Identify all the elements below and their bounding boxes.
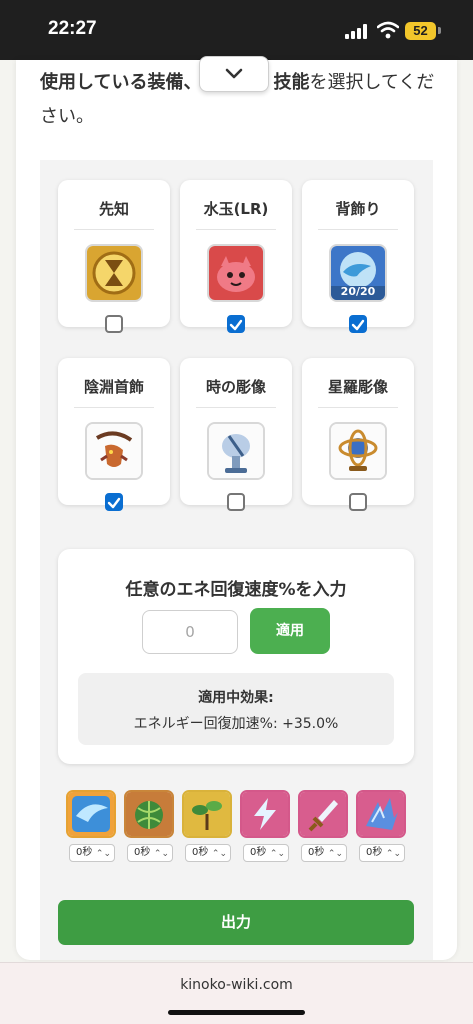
check-icon	[107, 497, 121, 509]
melon-icon	[124, 790, 174, 838]
skill-item: 0秒 ⌃⌄	[240, 790, 290, 862]
equipment-checkbox[interactable]	[227, 493, 245, 511]
wifi-icon	[377, 21, 399, 39]
select-arrow-icon: ⌃⌄	[327, 849, 343, 859]
skill-time-value: 0秒	[192, 847, 209, 858]
equipment-name: 陰淵首飾	[83, 378, 144, 396]
ice-shard-icon	[356, 790, 406, 838]
divider	[318, 407, 398, 408]
equipment-card-toki-no-chouzou[interactable]: 時の彫像	[180, 358, 292, 511]
divider	[196, 407, 276, 408]
apply-button[interactable]: 適用	[250, 608, 330, 654]
energy-regen-input[interactable]	[142, 610, 238, 654]
skill-time-value: 0秒	[308, 847, 325, 858]
active-effect-heading: 適用中効果:	[198, 690, 274, 706]
equipment-card-inen-kubikazari[interactable]: 陰淵首飾	[58, 358, 170, 511]
equipment-badge: 20/20	[340, 285, 376, 298]
equipment-checkbox[interactable]	[105, 315, 123, 333]
url-text[interactable]: kinoko-wiki.com	[0, 977, 473, 993]
astrolabe-icon	[329, 422, 387, 480]
skill-time-select[interactable]: 0秒 ⌃⌄	[301, 844, 347, 862]
skill-time-value: 0秒	[134, 847, 151, 858]
skill-time-select[interactable]: 0秒 ⌃⌄	[69, 844, 115, 862]
active-effect-value: エネルギー回復加速%: +35.0%	[133, 716, 339, 732]
equipment-name: 先知	[98, 200, 129, 218]
equipment-checkbox[interactable]	[349, 493, 367, 511]
chevron-down-icon	[225, 68, 243, 79]
active-effect-box: 適用中効果: エネルギー回復加速%: +35.0%	[78, 673, 394, 745]
equipment-checkbox[interactable]	[105, 493, 123, 511]
skill-item: 0秒 ⌃⌄	[124, 790, 174, 862]
equipment-checkbox[interactable]	[349, 315, 367, 333]
select-arrow-icon: ⌃⌄	[211, 849, 227, 859]
wind-slash-icon	[66, 790, 116, 838]
divider	[196, 229, 276, 230]
blue-wing-icon: 20/20	[329, 244, 387, 302]
check-icon	[229, 319, 243, 331]
lightning-icon	[240, 790, 290, 838]
battery-tip	[438, 27, 441, 34]
select-arrow-icon: ⌃⌄	[95, 849, 111, 859]
equipment-name: 星羅彫像	[327, 378, 388, 396]
hourglass-icon	[85, 244, 143, 302]
equipment-checkbox[interactable]	[227, 315, 245, 333]
energy-regen-title: 任意のエネ回復速度%を入力	[125, 580, 347, 600]
clock: 22:27	[48, 18, 97, 39]
skill-time-select[interactable]: 0秒 ⌃⌄	[185, 844, 231, 862]
skill-row: 0秒 ⌃⌄ 0秒 ⌃⌄ 0秒 ⌃⌄ 0秒 ⌃⌄ 0秒 ⌃⌄ 0秒 ⌃⌄	[66, 790, 410, 870]
sword-icon	[298, 790, 348, 838]
skill-item: 0秒 ⌃⌄	[66, 790, 116, 862]
select-arrow-icon: ⌃⌄	[269, 849, 285, 859]
skill-time-select[interactable]: 0秒 ⌃⌄	[127, 844, 173, 862]
equipment-name: 時の彫像	[205, 378, 266, 396]
output-button[interactable]: 出力	[58, 900, 414, 945]
signal-icon	[345, 24, 369, 39]
energy-regen-card: 任意のエネ回復速度%を入力 適用 適用中効果: エネルギー回復加速%: +35.…	[58, 549, 414, 764]
home-indicator[interactable]	[168, 1010, 305, 1015]
divider	[318, 229, 398, 230]
skill-time-value: 0秒	[366, 847, 383, 858]
dragon-necklace-icon	[85, 422, 143, 480]
status-bar: 22:27 52	[0, 0, 473, 60]
skill-item: 0秒 ⌃⌄	[298, 790, 348, 862]
skill-item: 0秒 ⌃⌄	[182, 790, 232, 862]
skill-time-value: 0秒	[250, 847, 267, 858]
sprout-icon	[182, 790, 232, 838]
instruction-part1: 使用している装備、	[40, 72, 202, 93]
select-arrow-icon: ⌃⌄	[385, 849, 401, 859]
skill-item: 0秒 ⌃⌄	[356, 790, 406, 862]
red-slime-icon	[207, 244, 265, 302]
page-content: 使用している装備、 能、技能を選択してください。 先知 水玉(LR) 背飾り 2…	[16, 56, 457, 960]
divider	[74, 229, 154, 230]
skill-time-value: 0秒	[76, 847, 93, 858]
equipment-card-senchi[interactable]: 先知	[58, 180, 170, 333]
equipment-name: 背飾り	[335, 200, 381, 218]
equipment-card-seira-chouzou[interactable]: 星羅彫像	[302, 358, 414, 511]
settings-panel: 先知 水玉(LR) 背飾り 20/20 陰淵首飾 時の彫像 星羅彫像 任意のエネ…	[40, 160, 433, 960]
skill-time-select[interactable]: 0秒 ⌃⌄	[243, 844, 289, 862]
equipment-card-sekazari[interactable]: 背飾り 20/20	[302, 180, 414, 333]
fountain-statue-icon	[207, 422, 265, 480]
collapse-toggle-button[interactable]	[199, 56, 269, 92]
equipment-card-mizutama[interactable]: 水玉(LR)	[180, 180, 292, 333]
divider	[74, 407, 154, 408]
equipment-name: 水玉(LR)	[203, 200, 269, 218]
skill-time-select[interactable]: 0秒 ⌃⌄	[359, 844, 405, 862]
check-icon	[351, 319, 365, 331]
select-arrow-icon: ⌃⌄	[153, 849, 169, 859]
battery-icon: 52	[405, 22, 436, 40]
